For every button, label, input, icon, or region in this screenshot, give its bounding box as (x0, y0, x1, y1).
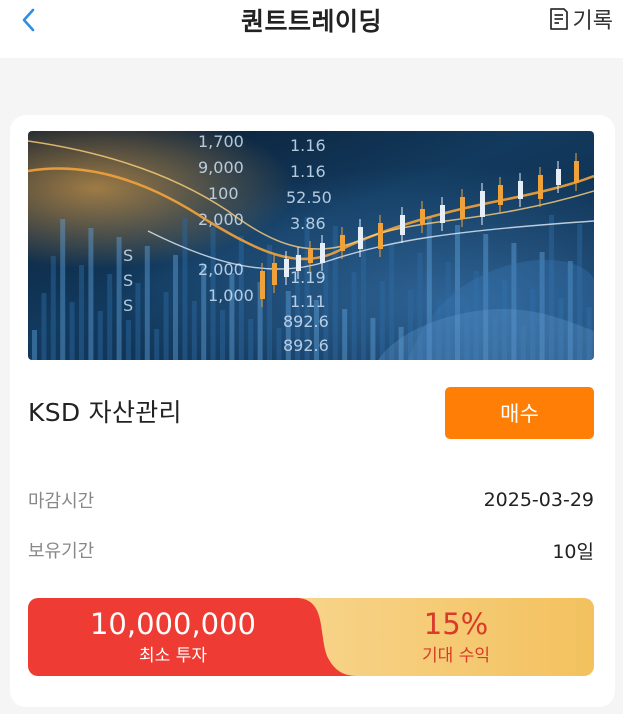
minimum-investment-label: 최소 투자 (139, 646, 207, 666)
history-label: 기록 (572, 9, 613, 34)
holding-period-label: 보유기간 (28, 541, 95, 562)
expected-return: 15% 기대 수익 (318, 598, 594, 676)
svg-text:3.86: 3.86 (290, 214, 326, 233)
svg-text:1.16: 1.16 (290, 136, 326, 155)
svg-text:S: S (123, 246, 133, 265)
buy-button[interactable]: 매수 (445, 387, 594, 439)
investment-summary-bar: 10,000,000 최소 투자 15% 기대 수익 (28, 598, 594, 676)
svg-text:S: S (123, 296, 133, 315)
svg-text:1,000: 1,000 (208, 286, 254, 305)
history-button[interactable]: 기록 (548, 3, 613, 35)
product-name: KSD 자산관리 (28, 398, 182, 427)
expected-return-label: 기대 수익 (422, 646, 490, 666)
deadline-value: 2025-03-29 (483, 489, 594, 511)
trading-banner-image: 1,700 9,000 100 2,000 2,000 1,000 892.6 892.6 1.… (28, 131, 594, 360)
svg-text:1.19: 1.19 (290, 268, 326, 287)
svg-text:1,700: 1,700 (198, 132, 244, 151)
svg-text:52.50: 52.50 (286, 188, 332, 207)
holding-period-value: 10일 (552, 540, 594, 563)
app-header: 퀀트트레이딩 기록 (0, 0, 623, 58)
page-title: 퀀트트레이딩 (240, 7, 382, 36)
svg-text:9,000: 9,000 (198, 158, 244, 177)
expected-return-value: 15% (423, 607, 489, 641)
deadline-row: 마감시간 2025-03-29 (28, 485, 594, 515)
minimum-investment: 10,000,000 최소 투자 (28, 598, 318, 676)
svg-text:1.16: 1.16 (290, 162, 326, 181)
holding-period-row: 보유기간 10일 (28, 535, 594, 565)
deadline-label: 마감시간 (28, 491, 95, 512)
minimum-investment-amount: 10,000,000 (89, 607, 257, 641)
svg-text:S: S (123, 271, 133, 290)
product-card[interactable]: 1,700 9,000 100 2,000 2,000 1,000 892.6 892.6 1.… (10, 115, 615, 707)
document-list-icon (549, 8, 568, 30)
svg-text:2,000: 2,000 (198, 260, 244, 279)
svg-text:892.6: 892.6 (283, 336, 329, 355)
svg-text:100: 100 (208, 184, 239, 203)
svg-text:1.11: 1.11 (290, 292, 326, 311)
svg-text:892.6: 892.6 (283, 312, 329, 331)
